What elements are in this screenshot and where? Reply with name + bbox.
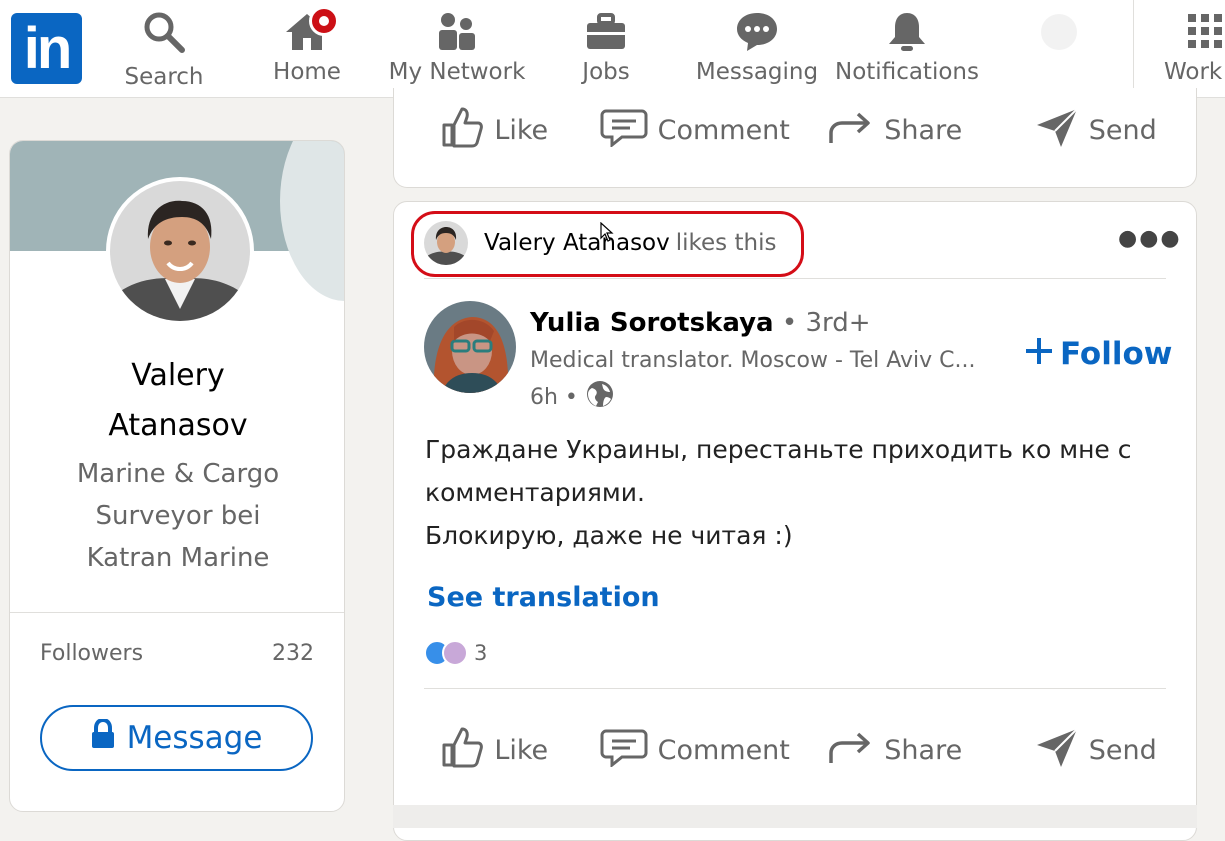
nav-me[interactable] [1024, 8, 1094, 56]
linkedin-logo[interactable]: in [11, 13, 82, 84]
divider [424, 278, 1166, 279]
profile-headline: Marine & Cargo Surveyor bei Katran Marin… [76, 459, 280, 573]
thumbs-up-icon [440, 725, 484, 776]
author-name-line[interactable]: Yulia Sorotskaya • 3rd+ [530, 308, 871, 338]
followers-row[interactable]: Followers 232 [40, 641, 314, 666]
profile-card: Valery Atanasov Marine & Cargo Surveyor … [9, 140, 345, 812]
network-icon [385, 8, 529, 56]
nav-work[interactable]: Work [1158, 8, 1225, 85]
support-reaction-icon [442, 640, 468, 666]
notification-badge [308, 6, 339, 36]
like-button[interactable]: Like [394, 100, 595, 160]
chat-icon [694, 8, 820, 56]
divider [424, 688, 1166, 689]
message-button[interactable]: Message [40, 705, 313, 771]
nav-messaging[interactable]: Messaging [694, 8, 820, 85]
nav-my-network-label: My Network [388, 59, 526, 85]
top-navigation-bar: in Search Home My Network Jobs Messaging [0, 0, 1225, 98]
share-button[interactable]: Share [795, 720, 996, 780]
avatar-icon [1024, 8, 1094, 56]
mouse-cursor-icon [600, 221, 614, 246]
connection-degree: • 3rd+ [773, 308, 871, 338]
comment-button[interactable]: Comment [595, 720, 796, 780]
nav-jobs-label: Jobs [582, 59, 630, 85]
share-icon [828, 107, 874, 154]
divider [10, 612, 344, 613]
briefcase-icon [570, 8, 642, 56]
message-button-label: Message [126, 720, 263, 756]
reaction-icons [424, 640, 468, 666]
author-avatar[interactable] [424, 301, 516, 393]
profile-name[interactable]: Valery Atanasov [10, 351, 344, 451]
follow-button[interactable]: Follow [1026, 336, 1172, 372]
followers-label: Followers [40, 641, 144, 666]
nav-home[interactable]: Home [262, 6, 352, 85]
reactions-summary[interactable]: 3 [424, 640, 487, 666]
cover-decoration [280, 141, 344, 301]
see-translation-link[interactable]: See translation [427, 582, 660, 613]
share-icon [828, 727, 874, 774]
globe-icon [586, 380, 614, 414]
post-time: 6h • [530, 380, 614, 414]
reaction-count: 3 [474, 641, 488, 665]
nav-work-label: Work [1164, 59, 1223, 85]
author-headline: Medical translator. Moscow - Tel Aviv C.… [530, 348, 976, 373]
share-button[interactable]: Share [795, 100, 996, 160]
post-actions: Like Comment Share Send [394, 100, 1196, 160]
nav-messaging-label: Messaging [695, 59, 819, 85]
plus-icon [1026, 336, 1052, 372]
nav-divider [1133, 0, 1134, 96]
next-post-edge [393, 805, 1197, 828]
lock-icon [91, 717, 115, 757]
nav-jobs[interactable]: Jobs [570, 8, 642, 85]
nav-notifications-label: Notifications [835, 59, 979, 85]
followers-count: 232 [272, 641, 314, 666]
avatar[interactable] [106, 177, 254, 325]
feed-post-card: Valery Atanasov likes this ●●● Yulia Sor… [393, 201, 1197, 841]
nav-notifications[interactable]: Notifications [834, 8, 980, 85]
comment-icon [600, 727, 648, 774]
post-text: Граждане Украины, перестаньте приходить … [425, 435, 1132, 550]
more-options-icon[interactable]: ●●● [1118, 226, 1182, 251]
nav-my-network[interactable]: My Network [385, 8, 529, 85]
comment-button[interactable]: Comment [595, 100, 796, 160]
previous-post-card: Like Comment Share Send [393, 88, 1197, 188]
bell-icon [834, 8, 980, 56]
like-button[interactable]: Like [394, 720, 595, 780]
send-icon [1035, 725, 1079, 776]
nav-search-label: Search [124, 64, 204, 90]
thumbs-up-icon [440, 105, 484, 156]
grid-icon [1158, 8, 1225, 56]
nav-search[interactable]: Search [118, 8, 210, 90]
send-button[interactable]: Send [996, 720, 1197, 780]
send-icon [1035, 105, 1079, 156]
comment-icon [600, 107, 648, 154]
search-icon [118, 8, 210, 56]
home-icon [262, 6, 352, 56]
author-name[interactable]: Yulia Sorotskaya [530, 308, 774, 338]
send-button[interactable]: Send [996, 100, 1197, 160]
post-actions: Like Comment Share Send [394, 720, 1196, 780]
nav-home-label: Home [273, 59, 341, 85]
